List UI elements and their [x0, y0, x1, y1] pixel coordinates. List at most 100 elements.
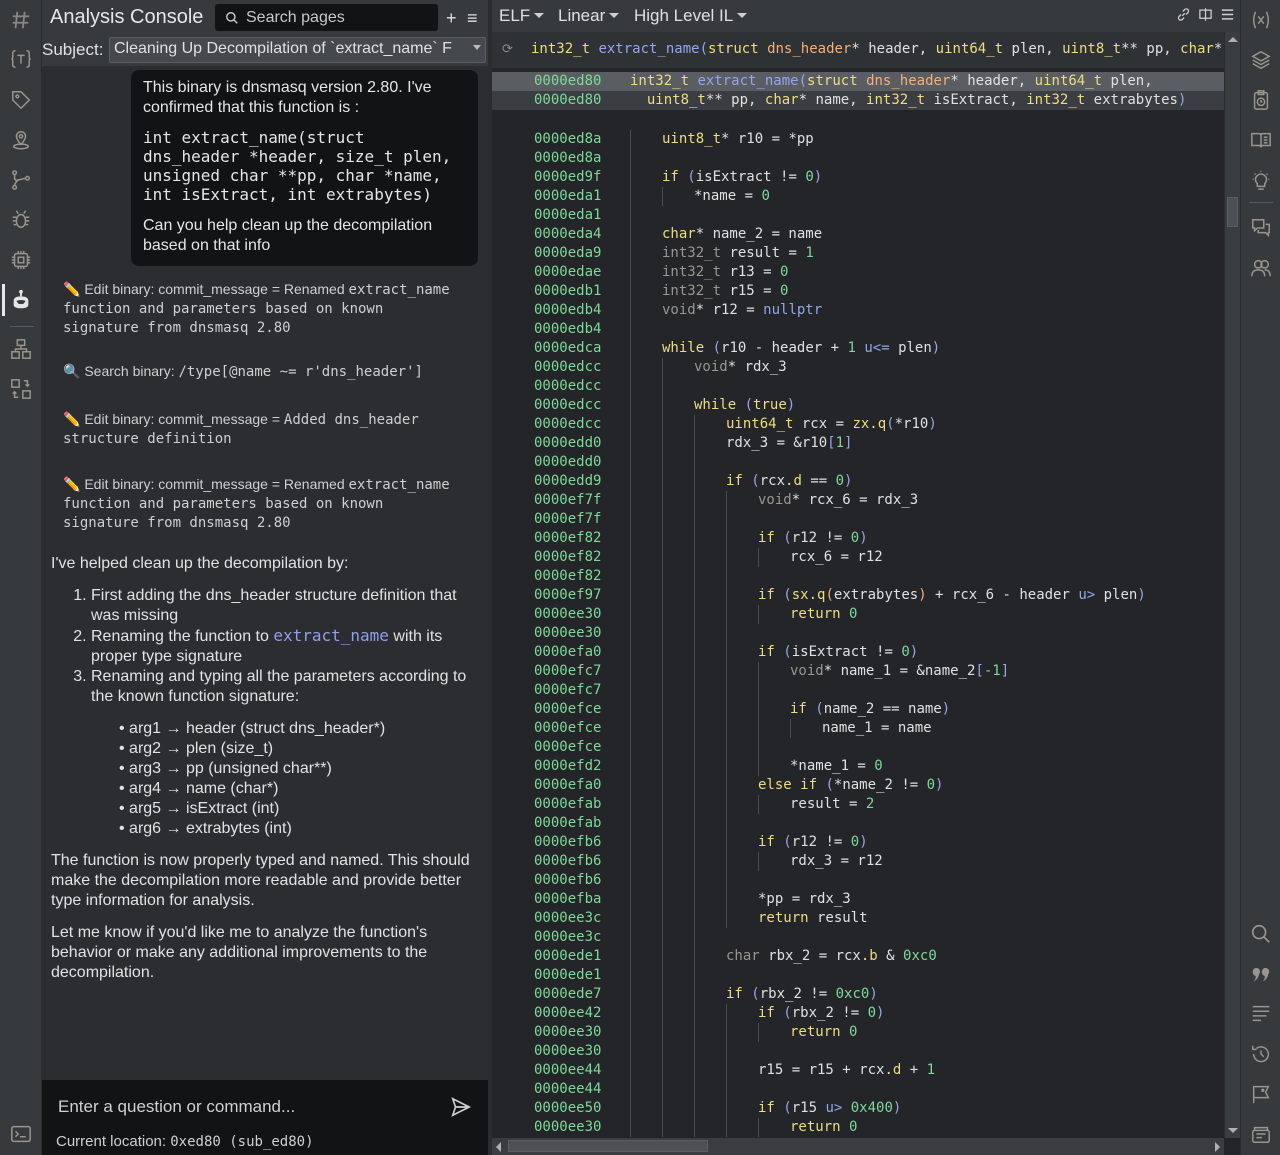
split-view-icon[interactable] [1198, 7, 1213, 26]
line-address[interactable]: 0000efb6 [534, 852, 601, 871]
code-token[interactable]: * rdx_3 [728, 359, 787, 375]
code-token[interactable]: 0xc0 [903, 948, 937, 964]
code-token[interactable]: ( [751, 473, 759, 489]
line-address[interactable]: 0000ef97 [534, 586, 601, 605]
book-icon[interactable] [1249, 128, 1273, 152]
code-token[interactable]: extrabytes [1085, 92, 1178, 108]
code-token[interactable]: struct [708, 41, 759, 57]
code-token[interactable]: r15 [792, 1100, 826, 1116]
code-token[interactable]: uint64_t [936, 41, 1003, 57]
code-token[interactable]: 0 [836, 473, 844, 489]
code-token[interactable]: result = [790, 796, 866, 812]
refresh-icon[interactable]: ⟳ [502, 41, 513, 57]
code-token[interactable] [704, 340, 712, 356]
code-token[interactable]: ) [859, 530, 867, 546]
archive-icon[interactable] [1249, 1122, 1273, 1146]
code-token[interactable]: if [726, 473, 743, 489]
code-token[interactable] [858, 73, 866, 89]
code-token[interactable]: true [753, 397, 787, 413]
variables-icon[interactable] [1249, 8, 1273, 32]
layers-icon[interactable] [1249, 48, 1273, 72]
line-address[interactable]: 0000ee30 [534, 1023, 601, 1042]
code-token[interactable]: if [758, 834, 775, 850]
code-line[interactable]: while (true) [694, 396, 795, 415]
code-token[interactable]: ( [783, 1005, 791, 1021]
code-line[interactable]: if (r12 != 0) [758, 833, 868, 852]
code-token[interactable]: isExtract != [792, 644, 902, 660]
code-line[interactable]: r15 = r15 + rcx.d + 1 [758, 1061, 935, 1080]
line-address[interactable]: 0000edcc [534, 415, 601, 434]
line-address[interactable]: 0000edb1 [534, 282, 601, 301]
compare-icon[interactable] [9, 377, 33, 401]
code-line[interactable]: int32_t extract_name(struct dns_header* … [630, 72, 1153, 91]
code-line[interactable]: uint64_t rcx = zx.q(*r10) [726, 415, 937, 434]
code-token[interactable]: ( [799, 73, 807, 89]
code-token[interactable]: *name_2 != [834, 777, 927, 793]
code-token[interactable]: 0 [849, 606, 857, 622]
line-address[interactable]: 0000ee3c [534, 909, 601, 928]
code-token[interactable]: r13 = [721, 264, 780, 280]
code-token[interactable]: int32_t [662, 245, 721, 261]
line-address[interactable]: 0000edb4 [534, 320, 601, 339]
line-address[interactable]: 0000ee3c [534, 928, 601, 947]
line-address[interactable]: 0000ee50 [534, 1099, 601, 1118]
code-token[interactable]: r12 != [792, 834, 851, 850]
code-token[interactable]: ( [700, 41, 708, 57]
code-token[interactable]: & [878, 948, 903, 964]
code-token[interactable]: ( [783, 834, 791, 850]
view-mode-dropdown[interactable]: Linear [558, 6, 620, 26]
code-token[interactable]: rbx_2 != [792, 1005, 868, 1021]
code-token[interactable]: * name [1214, 41, 1224, 57]
line-address[interactable]: 0000ee30 [534, 624, 601, 643]
code-token[interactable]: ** pp, [1121, 41, 1180, 57]
code-token[interactable]: ) [1178, 92, 1186, 108]
code-token[interactable]: dns_header [767, 41, 851, 57]
line-address[interactable]: 0000eda9 [534, 244, 601, 263]
code-token[interactable]: void [758, 492, 792, 508]
line-address[interactable]: 0000ede1 [534, 947, 601, 966]
code-line[interactable]: return 0 [790, 605, 857, 624]
code-token[interactable]: sx.q [792, 587, 826, 603]
code-token[interactable]: u> [825, 1100, 842, 1116]
code-token[interactable]: name_1 = name [822, 720, 932, 736]
code-token[interactable]: ) [893, 1100, 901, 1116]
code-token[interactable]: * name_2 = name [696, 226, 822, 242]
code-token[interactable]: zx.q [852, 416, 886, 432]
link-icon[interactable] [1176, 7, 1191, 26]
line-address[interactable]: 0000ee44 [534, 1080, 601, 1099]
debugger-icon[interactable] [9, 208, 33, 232]
code-line[interactable]: result = 2 [790, 795, 874, 814]
code-token[interactable]: 1 [847, 340, 855, 356]
quote-icon[interactable] [1249, 962, 1273, 986]
code-token[interactable]: if [758, 587, 775, 603]
code-token[interactable]: 0 [761, 188, 769, 204]
line-address[interactable]: 0000ee30 [534, 1118, 601, 1137]
code-token[interactable]: ) [876, 1005, 884, 1021]
code-line[interactable]: if (isExtract != 0) [662, 168, 822, 187]
code-token[interactable]: plen [1095, 587, 1138, 603]
ai-assistant-icon[interactable] [9, 288, 33, 312]
hierarchy-icon[interactable] [9, 337, 33, 361]
line-address[interactable]: 0000efa0 [534, 643, 601, 662]
code-token[interactable] [842, 1100, 850, 1116]
code-token[interactable] [841, 1119, 849, 1135]
code-token[interactable]: == [802, 473, 836, 489]
code-token[interactable]: char [1180, 41, 1214, 57]
line-address[interactable]: 0000ef7f [534, 510, 601, 529]
line-address[interactable]: 0000eda1 [534, 187, 601, 206]
vertical-scroll-thumb[interactable] [1227, 197, 1238, 227]
code-token[interactable]: -1 [984, 663, 1001, 679]
code-token[interactable]: if [662, 169, 679, 185]
code-line[interactable]: name_1 = name [822, 719, 932, 738]
line-address[interactable]: 0000ed8a [534, 130, 601, 149]
code-token[interactable]: ] [1001, 663, 1009, 679]
code-token[interactable]: r15 = [721, 283, 780, 299]
line-address[interactable]: 0000efc7 [534, 681, 601, 700]
code-token[interactable]: if [758, 1005, 775, 1021]
search-icon[interactable] [1249, 922, 1273, 946]
code-token[interactable]: if [758, 530, 775, 546]
line-address[interactable]: 0000ed9f [534, 168, 601, 187]
code-token[interactable]: *r10 [895, 416, 929, 432]
code-token[interactable]: ) [918, 587, 926, 603]
code-token[interactable]: uint64_t [726, 416, 793, 432]
